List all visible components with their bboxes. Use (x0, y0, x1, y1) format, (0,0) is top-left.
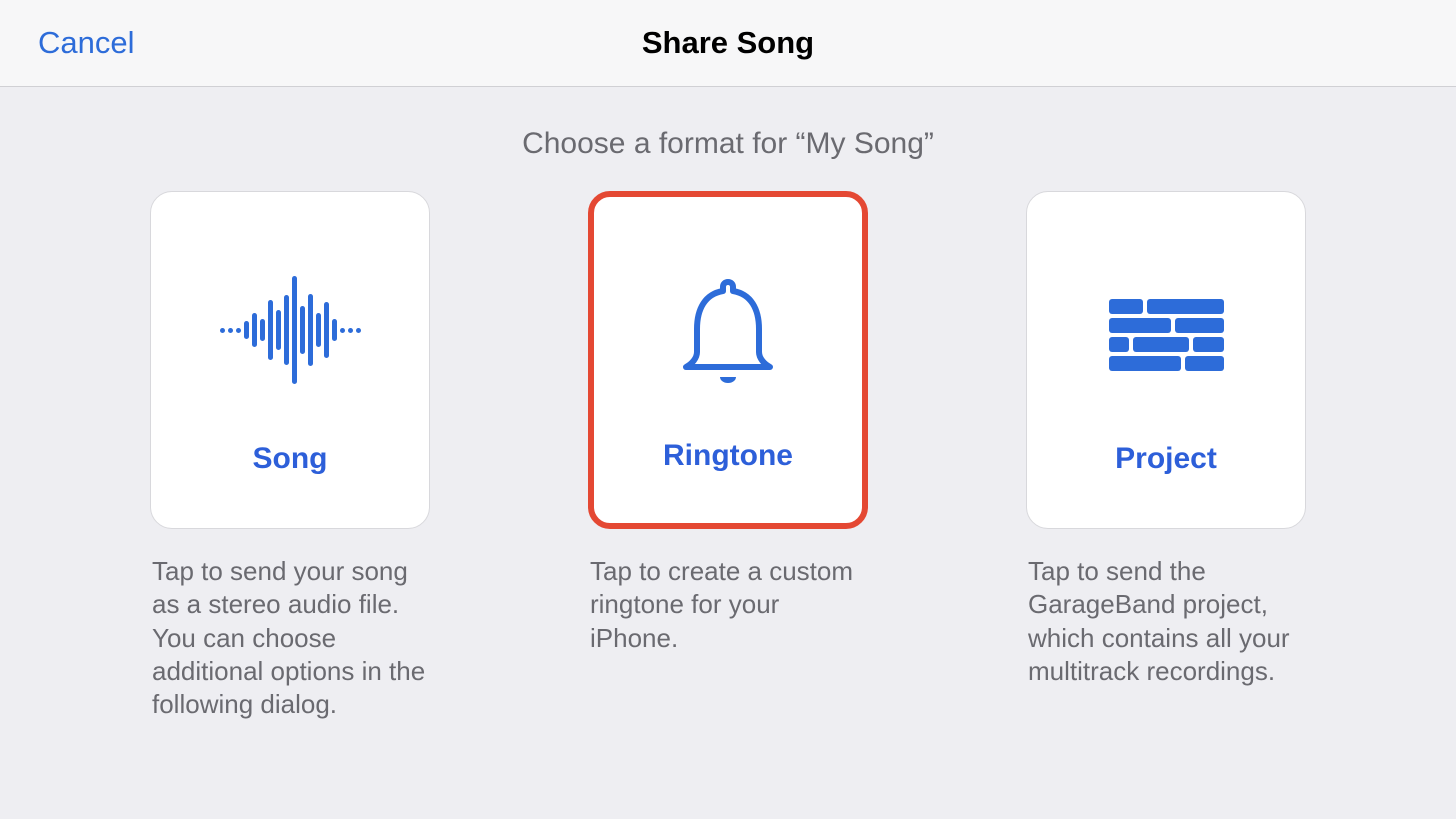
bell-icon (673, 251, 783, 411)
option-ringtone-description: Tap to create a custom ringtone for your… (588, 555, 868, 655)
option-song-description: Tap to send your song as a stereo audio … (150, 555, 430, 721)
cancel-button[interactable]: Cancel (38, 25, 135, 61)
option-song-title: Song (253, 442, 328, 476)
option-ringtone-card[interactable]: Ringtone (588, 191, 868, 529)
option-project-column: Project Tap to send the GarageBand proje… (1026, 191, 1306, 721)
option-project-card[interactable]: Project (1026, 191, 1306, 529)
subtitle-text: Choose a format for “My Song” (0, 127, 1456, 161)
header-bar: Cancel Share Song (0, 0, 1456, 87)
format-options: Song Tap to send your song as a stereo a… (0, 191, 1456, 721)
page-title: Share Song (642, 25, 814, 61)
tracks-icon (1109, 250, 1224, 410)
option-ringtone-column: Ringtone Tap to create a custom ringtone… (588, 191, 868, 721)
option-project-description: Tap to send the GarageBand project, whic… (1026, 555, 1306, 688)
option-project-title: Project (1115, 442, 1217, 476)
option-song-card[interactable]: Song (150, 191, 430, 529)
option-ringtone-title: Ringtone (663, 439, 793, 473)
option-song-column: Song Tap to send your song as a stereo a… (150, 191, 430, 721)
waveform-icon (220, 250, 361, 410)
